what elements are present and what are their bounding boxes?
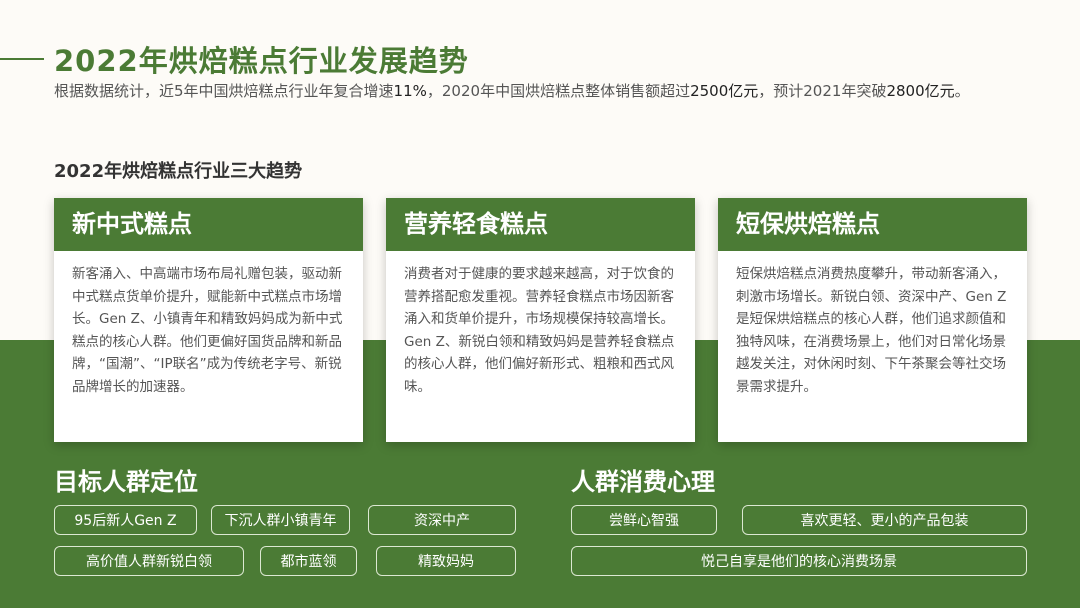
target-tag: 高价值人群新锐白领 — [54, 546, 244, 576]
target-tag: 下沉人群小镇青年 — [211, 505, 350, 535]
target-tag: 资深中产 — [368, 505, 516, 535]
trend-card-title: 营养轻食糕点 — [386, 198, 695, 251]
target-tag: 精致妈妈 — [376, 546, 516, 576]
trend-card-short-shelf: 短保烘焙糕点 短保烘焙糕点消费热度攀升，带动新客涌入，刺激市场增长。新锐白领、资… — [718, 198, 1027, 442]
trend-card-title: 新中式糕点 — [54, 198, 363, 251]
psychology-tag: 悦己自享是他们的核心消费场景 — [571, 546, 1027, 576]
psychology-tag: 尝鲜心智强 — [571, 505, 717, 535]
subtitle-value: 11% — [393, 82, 427, 100]
target-tag: 都市蓝领 — [260, 546, 357, 576]
psychology-tag: 喜欢更轻、更小的产品包装 — [742, 505, 1027, 535]
subtitle-value: 2500亿元 — [690, 82, 759, 100]
page-subtitle: 根据数据统计，近5年中国烘焙糕点行业年复合增速11%，2020年中国烘焙糕点整体… — [54, 80, 1014, 102]
section-title: 2022年烘焙糕点行业三大趋势 — [54, 161, 303, 182]
psychology-title: 人群消费心理 — [571, 468, 715, 496]
slide: 2022年烘焙糕点行业发展趋势 根据数据统计，近5年中国烘焙糕点行业年复合增速1… — [0, 0, 1080, 608]
trend-card-body: 消费者对于健康的要求越来越高，对于饮食的营养搭配愈发重视。营养轻食糕点市场因新客… — [404, 266, 675, 395]
subtitle-text: 根据数据统计，近5年中国烘焙糕点行业年复合增速 — [54, 82, 394, 100]
subtitle-text: ，预计2021年突破 — [758, 82, 887, 100]
trend-card-new-chinese: 新中式糕点 新客涌入、中高端市场布局礼赠包装，驱动新中式糕点货单价提升，赋能新中… — [54, 198, 363, 442]
subtitle-value: 2800亿元 — [886, 82, 955, 100]
subtitle-text: ，2020年中国烘焙糕点整体销售额超过 — [426, 82, 691, 100]
title-accent-line — [0, 58, 44, 60]
trend-card-nutrition: 营养轻食糕点 消费者对于健康的要求越来越高，对于饮食的营养搭配愈发重视。营养轻食… — [386, 198, 695, 442]
trend-card-body: 短保烘焙糕点消费热度攀升，带动新客涌入，刺激市场增长。新锐白领、资深中产、Gen… — [736, 266, 1007, 395]
target-tag: 95后新人Gen Z — [54, 505, 197, 535]
trend-card-body: 新客涌入、中高端市场布局礼赠包装，驱动新中式糕点货单价提升，赋能新中式糕点市场增… — [72, 266, 343, 395]
subtitle-text: 。 — [954, 82, 970, 100]
page-title: 2022年烘焙糕点行业发展趋势 — [54, 44, 469, 78]
trend-card-title: 短保烘焙糕点 — [718, 198, 1027, 251]
target-group-title: 目标人群定位 — [54, 468, 198, 496]
